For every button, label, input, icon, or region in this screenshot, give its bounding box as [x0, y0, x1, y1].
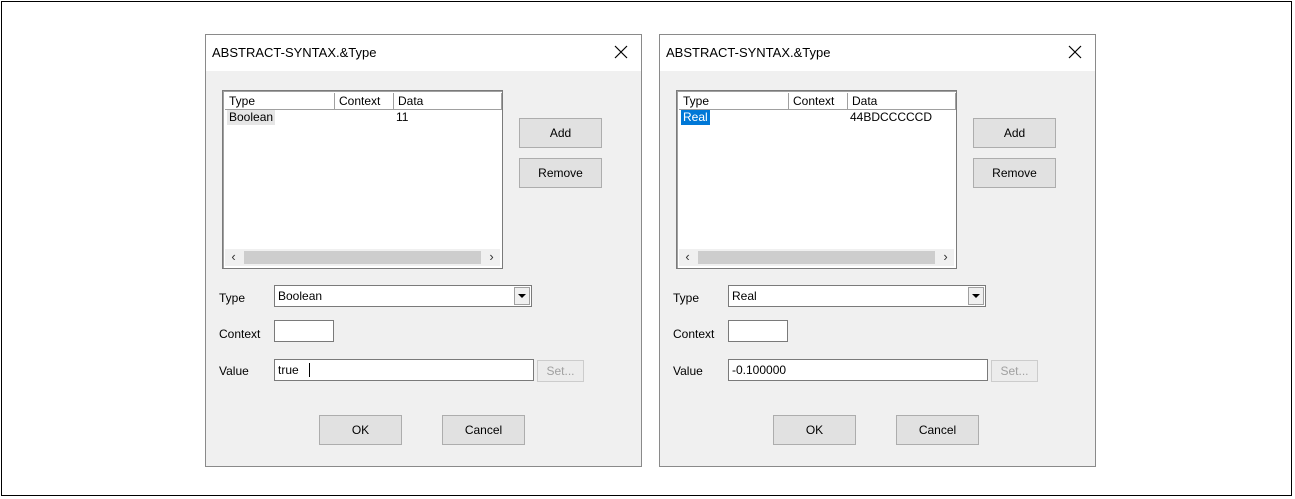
remove-button[interactable]: Remove	[519, 158, 602, 188]
value-input-value: -0.100000	[732, 363, 787, 377]
scroll-thumb[interactable]	[698, 251, 935, 264]
horizontal-scrollbar[interactable]: ‹ ›	[225, 249, 500, 266]
context-label: Context	[219, 327, 261, 341]
chevron-left-icon[interactable]: ‹	[225, 249, 242, 266]
set-button[interactable]: Set...	[991, 360, 1038, 382]
chevron-down-icon[interactable]	[968, 287, 984, 305]
list-item[interactable]: Real 44BDCCCCCD	[679, 110, 954, 125]
column-header-data[interactable]: Data	[394, 93, 502, 110]
column-header-type[interactable]: Type	[225, 93, 335, 110]
column-header-type[interactable]: Type	[679, 93, 789, 110]
type-list[interactable]: Type Context Data Real 44BDCCCCCD ‹ ›	[676, 90, 957, 269]
type-select-value: Boolean	[278, 289, 323, 303]
ok-button[interactable]: OK	[319, 415, 402, 445]
ok-button[interactable]: OK	[773, 415, 856, 445]
type-select[interactable]: Real	[728, 285, 986, 307]
screenshot-frame: ABSTRACT-SYNTAX.&Type Type Context Data …	[1, 1, 1292, 496]
dialog-boolean: ABSTRACT-SYNTAX.&Type Type Context Data …	[205, 34, 642, 467]
set-button[interactable]: Set...	[537, 360, 584, 382]
dialog-titlebar: ABSTRACT-SYNTAX.&Type	[206, 35, 641, 71]
type-list[interactable]: Type Context Data Boolean 11 ‹ ›	[222, 90, 503, 269]
context-label: Context	[673, 327, 715, 341]
horizontal-scrollbar[interactable]: ‹ ›	[679, 249, 954, 266]
type-label: Type	[673, 291, 700, 305]
list-item-data: 11	[396, 110, 409, 124]
dialog-real: ABSTRACT-SYNTAX.&Type Type Context Data …	[659, 34, 1096, 467]
context-input[interactable]	[274, 320, 334, 342]
list-item-type: Real	[681, 110, 710, 125]
column-header-data[interactable]: Data	[848, 93, 956, 110]
type-select-value: Real	[732, 289, 757, 303]
context-input[interactable]	[728, 320, 788, 342]
type-label: Type	[219, 291, 246, 305]
list-item[interactable]: Boolean 11	[225, 110, 500, 125]
chevron-right-icon[interactable]: ›	[937, 249, 954, 266]
dialog-title: ABSTRACT-SYNTAX.&Type	[212, 45, 377, 60]
column-header-context[interactable]: Context	[789, 93, 848, 110]
add-button[interactable]: Add	[519, 118, 602, 148]
type-select[interactable]: Boolean	[274, 285, 532, 307]
close-icon[interactable]	[1063, 40, 1087, 64]
value-input-value: true	[278, 363, 299, 377]
dialog-title: ABSTRACT-SYNTAX.&Type	[666, 45, 831, 60]
value-input[interactable]: -0.100000	[728, 359, 988, 381]
list-item-data: 44BDCCCCCD	[850, 110, 933, 124]
list-header: Type Context Data	[225, 93, 502, 110]
close-icon[interactable]	[609, 40, 633, 64]
list-item-type: Boolean	[227, 110, 276, 125]
list-header: Type Context Data	[679, 93, 956, 110]
text-caret	[309, 363, 310, 377]
add-button[interactable]: Add	[973, 118, 1056, 148]
remove-button[interactable]: Remove	[973, 158, 1056, 188]
chevron-right-icon[interactable]: ›	[483, 249, 500, 266]
chevron-left-icon[interactable]: ‹	[679, 249, 696, 266]
column-header-context[interactable]: Context	[335, 93, 394, 110]
value-label: Value	[219, 364, 249, 378]
chevron-down-icon[interactable]	[514, 287, 530, 305]
dialog-titlebar: ABSTRACT-SYNTAX.&Type	[660, 35, 1095, 71]
scroll-thumb[interactable]	[244, 251, 481, 264]
cancel-button[interactable]: Cancel	[896, 415, 979, 445]
value-label: Value	[673, 364, 703, 378]
value-input[interactable]: true	[274, 359, 534, 381]
cancel-button[interactable]: Cancel	[442, 415, 525, 445]
